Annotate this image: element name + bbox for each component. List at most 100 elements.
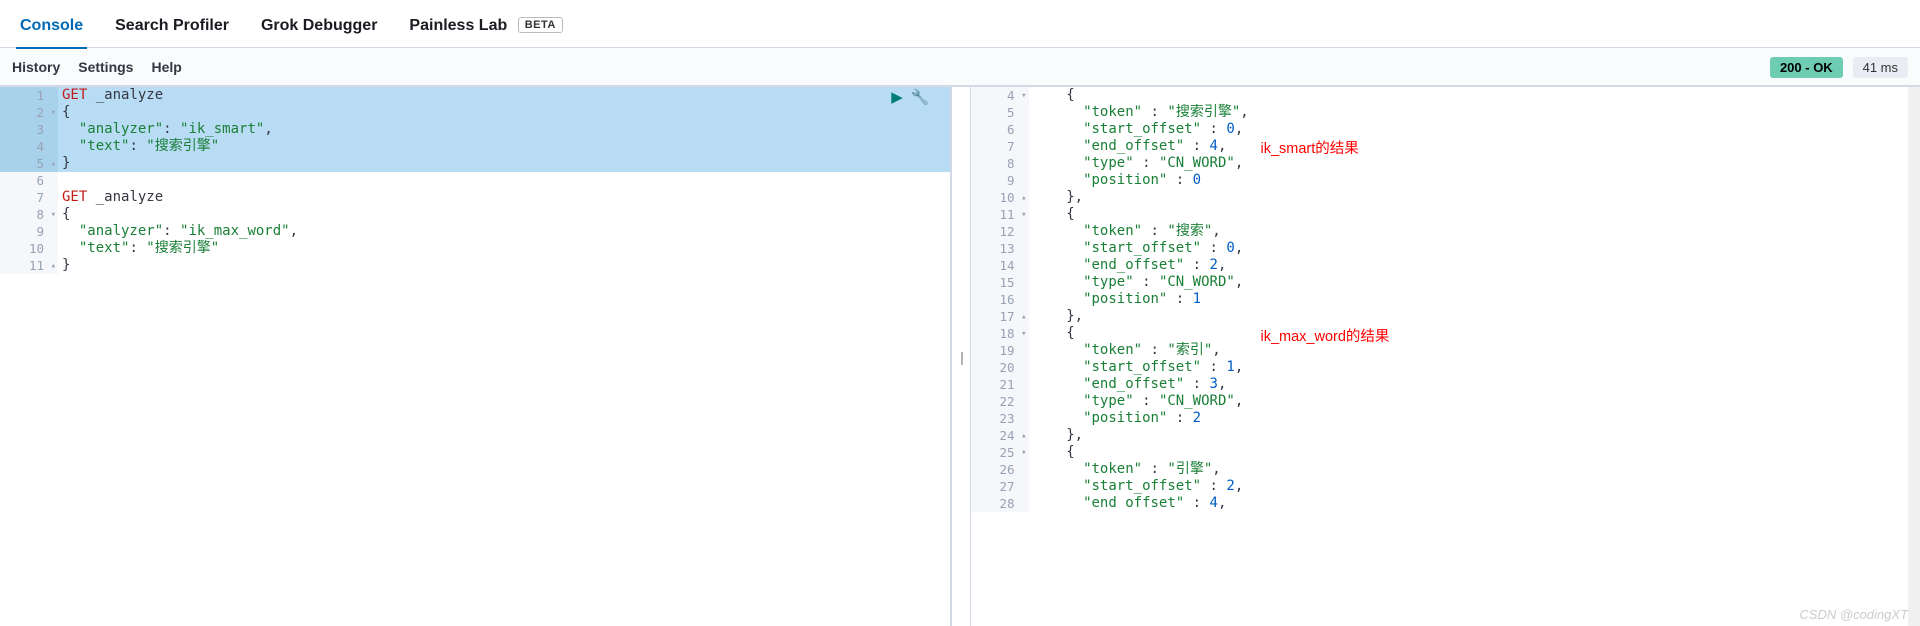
code-text: "position" : 1: [1029, 291, 1920, 308]
code-text: "end_offset" : 3,: [1029, 376, 1920, 393]
line-number: 8▾: [0, 206, 58, 223]
code-line[interactable]: 18▾ {: [971, 325, 1920, 342]
code-line[interactable]: 21 "end_offset" : 3,: [971, 376, 1920, 393]
code-line[interactable]: 12 "token" : "搜索",: [971, 223, 1920, 240]
line-number: 4▾: [971, 87, 1029, 104]
code-line[interactable]: 28 "end offset" : 4,: [971, 495, 1920, 512]
code-text: },: [1029, 189, 1920, 206]
code-text: "end offset" : 4,: [1029, 495, 1920, 512]
code-line[interactable]: 25▾ {: [971, 444, 1920, 461]
tab-painless-lab[interactable]: Painless Lab BETA: [405, 7, 566, 49]
line-number: 28: [971, 495, 1029, 512]
line-number: 6: [0, 172, 58, 189]
line-number: 10: [0, 240, 58, 257]
code-line[interactable]: 16 "position" : 1: [971, 291, 1920, 308]
code-line[interactable]: 19 "token" : "索引",: [971, 342, 1920, 359]
request-actions: ▶ 🔧: [891, 87, 929, 104]
code-text: "start_offset" : 1,: [1029, 359, 1920, 376]
line-number: 15: [971, 274, 1029, 291]
code-line[interactable]: 1GET _analyze: [0, 87, 950, 104]
code-text: "text": "搜索引擎": [58, 138, 950, 155]
code-text: "position" : 0: [1029, 172, 1920, 189]
fold-icon[interactable]: ▾: [1021, 88, 1026, 105]
code-text: {: [1029, 444, 1920, 461]
code-text: },: [1029, 427, 1920, 444]
code-line[interactable]: 6 "start_offset" : 0,: [971, 121, 1920, 138]
code-text: "token" : "搜索引擎",: [1029, 104, 1920, 121]
help-link[interactable]: Help: [151, 59, 181, 75]
code-line[interactable]: 9 "position" : 0: [971, 172, 1920, 189]
code-text: "end_offset" : 2,: [1029, 257, 1920, 274]
code-line[interactable]: 9 "analyzer": "ik_max_word",: [0, 223, 950, 240]
fold-icon[interactable]: ▾: [1021, 445, 1026, 462]
code-line[interactable]: 23 "position" : 2: [971, 410, 1920, 427]
run-icon[interactable]: ▶: [891, 88, 903, 106]
fold-icon[interactable]: ▴: [1021, 428, 1026, 445]
annotation-ik-max-word: ik_max_word的结果: [1261, 325, 1390, 346]
line-number: 7: [0, 189, 58, 206]
code-text: GET _analyze: [58, 87, 950, 104]
code-line[interactable]: 22 "type" : "CN_WORD",: [971, 393, 1920, 410]
line-number: 11▴: [0, 257, 58, 274]
top-tabs: Console Search Profiler Grok Debugger Pa…: [0, 0, 1920, 48]
code-line[interactable]: 4▾ {: [971, 87, 1920, 104]
fold-icon[interactable]: ▾: [51, 105, 56, 122]
code-line[interactable]: 10 "text": "搜索引擎": [0, 240, 950, 257]
code-line[interactable]: 26 "token" : "引擎",: [971, 461, 1920, 478]
line-number: 8: [971, 155, 1029, 172]
pane-splitter[interactable]: ||: [951, 87, 971, 626]
code-text: "start_offset" : 2,: [1029, 478, 1920, 495]
fold-icon[interactable]: ▾: [51, 207, 56, 224]
code-line[interactable]: 13 "start_offset" : 0,: [971, 240, 1920, 257]
code-line[interactable]: 8▾{: [0, 206, 950, 223]
code-line[interactable]: 8 "type" : "CN_WORD",: [971, 155, 1920, 172]
line-number: 3: [0, 121, 58, 138]
response-viewer: 4▾ {5 "token" : "搜索引擎",6 "start_offset" …: [971, 87, 1920, 512]
fold-icon[interactable]: ▴: [51, 258, 56, 275]
fold-icon[interactable]: ▾: [1021, 207, 1026, 224]
fold-icon[interactable]: ▴: [51, 156, 56, 173]
history-link[interactable]: History: [12, 59, 60, 75]
code-line[interactable]: 11▴}: [0, 257, 950, 274]
line-number: 20: [971, 359, 1029, 376]
code-line[interactable]: 5 "token" : "搜索引擎",: [971, 104, 1920, 121]
code-line[interactable]: 7 "end_offset" : 4,: [971, 138, 1920, 155]
fold-icon[interactable]: ▾: [1021, 326, 1026, 343]
code-line[interactable]: 2▾{: [0, 104, 950, 121]
request-editor-pane[interactable]: 1GET _analyze2▾{3 "analyzer": "ik_smart"…: [0, 87, 951, 626]
code-line[interactable]: 27 "start_offset" : 2,: [971, 478, 1920, 495]
tab-painless-label: Painless Lab: [409, 17, 507, 34]
code-text: "start_offset" : 0,: [1029, 121, 1920, 138]
code-line[interactable]: 10▴ },: [971, 189, 1920, 206]
line-number: 9: [971, 172, 1029, 189]
tab-console[interactable]: Console: [16, 7, 87, 49]
code-line[interactable]: 6: [0, 172, 950, 189]
code-line[interactable]: 7GET _analyze: [0, 189, 950, 206]
line-number: 4: [0, 138, 58, 155]
code-text: "analyzer": "ik_max_word",: [58, 223, 950, 240]
line-number: 9: [0, 223, 58, 240]
fold-icon[interactable]: ▴: [1021, 190, 1026, 207]
code-line[interactable]: 4 "text": "搜索引擎": [0, 138, 950, 155]
wrench-icon[interactable]: 🔧: [911, 88, 930, 106]
code-line[interactable]: 5▴}: [0, 155, 950, 172]
line-number: 14: [971, 257, 1029, 274]
line-number: 19: [971, 342, 1029, 359]
status-badge: 200 - OK: [1770, 57, 1843, 78]
code-line[interactable]: 14 "end_offset" : 2,: [971, 257, 1920, 274]
tab-search-profiler[interactable]: Search Profiler: [111, 7, 233, 49]
code-line[interactable]: 15 "type" : "CN_WORD",: [971, 274, 1920, 291]
code-line[interactable]: 17▴ },: [971, 308, 1920, 325]
code-text: "analyzer": "ik_smart",: [58, 121, 950, 138]
response-viewer-pane[interactable]: 4▾ {5 "token" : "搜索引擎",6 "start_offset" …: [971, 87, 1920, 626]
code-line[interactable]: 11▾ {: [971, 206, 1920, 223]
line-number: 23: [971, 410, 1029, 427]
fold-icon[interactable]: ▴: [1021, 309, 1026, 326]
request-editor[interactable]: 1GET _analyze2▾{3 "analyzer": "ik_smart"…: [0, 87, 950, 274]
code-line[interactable]: 24▴ },: [971, 427, 1920, 444]
scrollbar[interactable]: [1908, 87, 1920, 626]
code-line[interactable]: 20 "start_offset" : 1,: [971, 359, 1920, 376]
code-line[interactable]: 3 "analyzer": "ik_smart",: [0, 121, 950, 138]
tab-grok-debugger[interactable]: Grok Debugger: [257, 7, 381, 49]
settings-link[interactable]: Settings: [78, 59, 133, 75]
